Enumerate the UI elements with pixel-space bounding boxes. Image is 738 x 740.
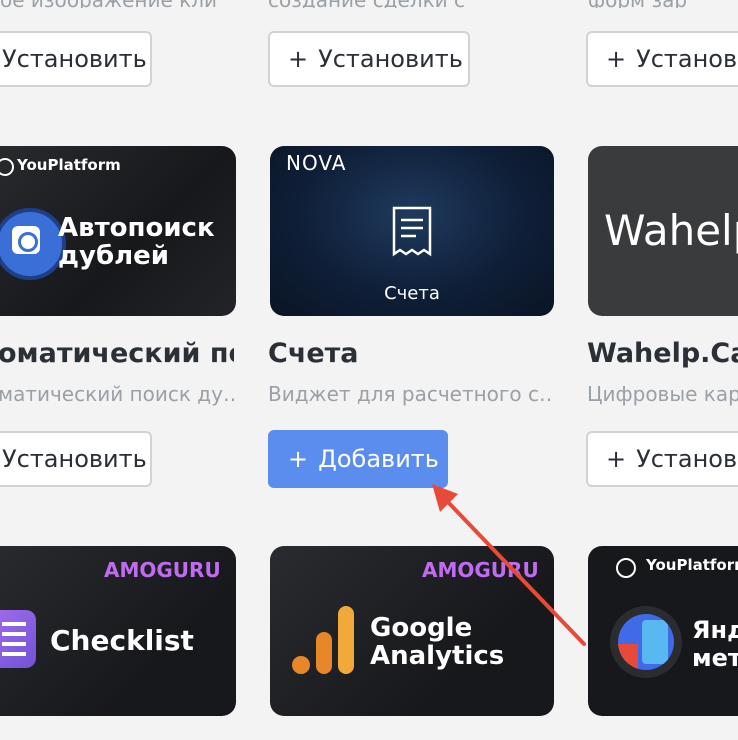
install-button[interactable]: + Установи	[586, 431, 738, 487]
youplatform-logo-icon	[0, 158, 14, 176]
banner-title: Автопоиск дублей	[58, 213, 215, 271]
widget-title: Wahelp.Card	[587, 338, 738, 369]
youplatform-logo-icon	[616, 558, 636, 578]
add-button[interactable]: + Добавить	[268, 430, 448, 488]
row1-desc-3: форм зар	[588, 0, 738, 8]
banner-caption: Счета	[384, 283, 440, 304]
brand-label: AMOGURU	[422, 558, 539, 582]
install-label: Установить	[636, 45, 738, 73]
install-label: Установить	[2, 45, 147, 73]
widget-card-autopoisk[interactable]: YouPlatform Автопоиск дублей	[0, 146, 236, 316]
banner-title: Checklist	[50, 624, 194, 657]
row1-desc-2: создание сделки с	[268, 0, 548, 8]
add-label: Добавить	[318, 445, 439, 473]
widget-title: Счета	[268, 338, 359, 369]
plus-icon: +	[606, 445, 627, 473]
checklist-icon	[0, 610, 36, 668]
widget-description: матический поиск ду…	[0, 382, 238, 406]
search-sync-icon	[0, 208, 66, 280]
install-label: Установить	[2, 445, 147, 473]
install-button[interactable]: Установить	[0, 31, 152, 87]
plus-icon: +	[288, 445, 309, 473]
widget-card-wahelp[interactable]: Wahelp	[588, 146, 738, 316]
install-button[interactable]: + Установить	[586, 31, 738, 87]
widget-card-yandex-metrica[interactable]: YouPlatform Янд мет	[588, 546, 738, 716]
install-label: Установить	[318, 45, 463, 73]
banner-title: Google Analytics	[370, 613, 505, 671]
brand-label: YouPlatform	[646, 556, 738, 574]
brand-label: AMOGURU	[104, 558, 221, 582]
widget-card-checklist[interactable]: AMOGURU Checklist	[0, 546, 236, 716]
install-button[interactable]: Установить	[0, 431, 152, 487]
plus-icon: +	[606, 45, 627, 73]
widget-title: оматический по…	[0, 338, 234, 369]
banner-title: Wahelp	[604, 206, 738, 255]
receipt-icon	[392, 206, 432, 257]
brand-label: YouPlatform	[17, 156, 121, 174]
banner-title: Янд мет	[692, 616, 738, 672]
widget-card-scheta[interactable]: NOVA Счета	[270, 146, 554, 316]
row1-desc-1: ое изображение кли	[0, 0, 235, 8]
widget-description: Цифровые кар	[587, 382, 738, 406]
install-label: Установи	[636, 445, 738, 473]
analytics-bars-icon	[292, 604, 356, 676]
yandex-metrica-icon	[610, 606, 682, 678]
widget-description: Виджет для расчетного с…	[268, 382, 550, 406]
widget-card-google-analytics[interactable]: AMOGURU Google Analytics	[270, 546, 554, 716]
brand-label: NOVA	[286, 151, 347, 175]
install-button[interactable]: + Установить	[268, 31, 470, 87]
plus-icon: +	[288, 45, 309, 73]
